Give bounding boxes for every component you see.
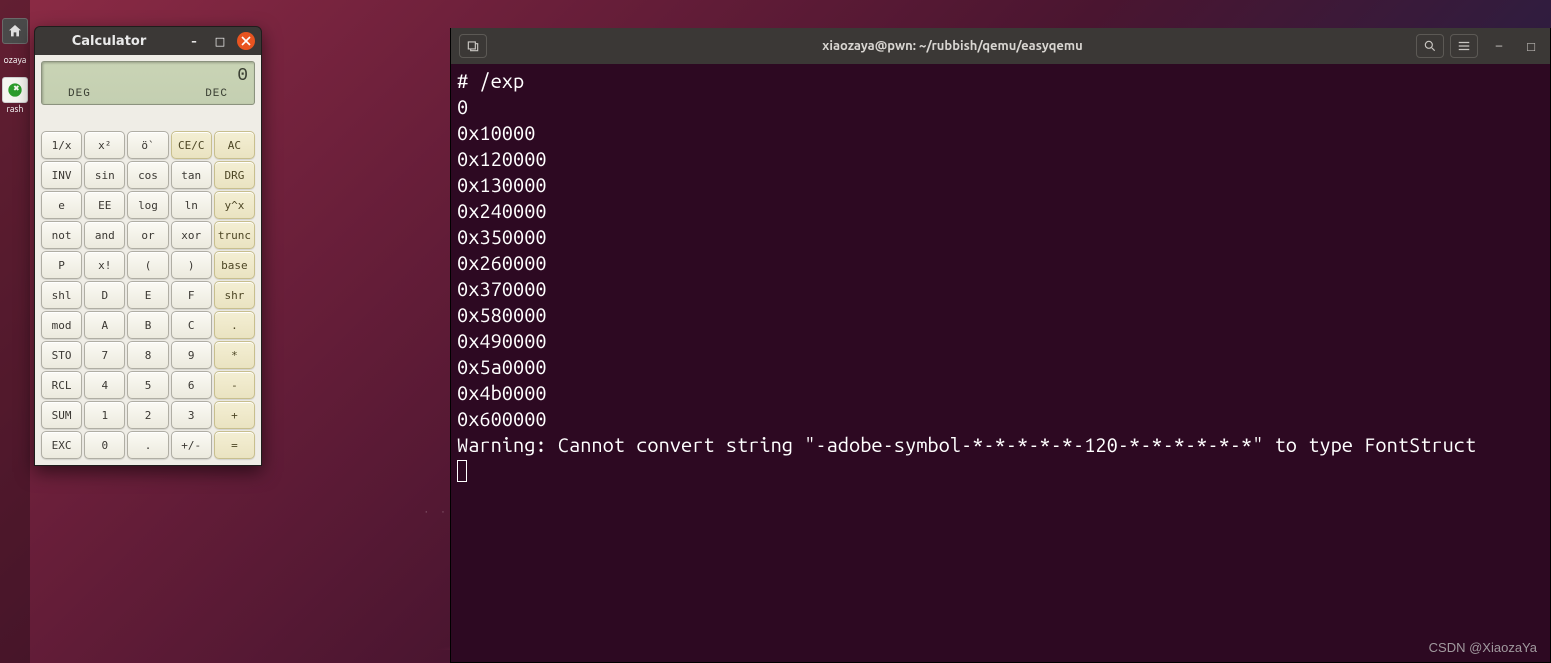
terminal-maximize-button[interactable]: □	[1520, 35, 1542, 57]
calc-key-2[interactable]: 2	[127, 401, 168, 429]
calc-key-x[interactable]: x²	[84, 131, 125, 159]
desktop-dock: ozaya rash	[0, 0, 30, 663]
calc-key-ac[interactable]: AC	[214, 131, 255, 159]
calc-key-d[interactable]: D	[84, 281, 125, 309]
calc-key-[interactable]: (	[127, 251, 168, 279]
watermark: CSDN @XiaozaYa	[1429, 640, 1537, 655]
calc-key-x[interactable]: x!	[84, 251, 125, 279]
calc-key-tan[interactable]: tan	[171, 161, 212, 189]
calc-key-inv[interactable]: INV	[41, 161, 82, 189]
calculator-display: 0 DEG DEC	[41, 61, 255, 105]
maximize-button[interactable]: □	[211, 32, 229, 50]
calc-key-[interactable]: *	[214, 341, 255, 369]
terminal-minimize-button[interactable]: –	[1488, 35, 1510, 57]
calc-key-sum[interactable]: SUM	[41, 401, 82, 429]
calc-key-rcl[interactable]: RCL	[41, 371, 82, 399]
calc-key-e[interactable]: E	[127, 281, 168, 309]
mode-deg: DEG	[68, 88, 91, 100]
calc-key-[interactable]: +	[214, 401, 255, 429]
display-value: 0	[48, 66, 248, 88]
calc-key-xor[interactable]: xor	[171, 221, 212, 249]
calc-key-1x[interactable]: 1/x	[41, 131, 82, 159]
dock-item-text[interactable]: ozaya	[1, 54, 29, 65]
calc-key-mod[interactable]: mod	[41, 311, 82, 339]
calc-key-cos[interactable]: cos	[127, 161, 168, 189]
calc-key-8[interactable]: 8	[127, 341, 168, 369]
calculator-keypad: 1/xx²ö`CE/CACINVsincostanDRGeEEloglny^xn…	[41, 131, 255, 459]
new-tab-button[interactable]	[459, 34, 487, 58]
calc-key-sin[interactable]: sin	[84, 161, 125, 189]
calc-key-sto[interactable]: STO	[41, 341, 82, 369]
calc-key-f[interactable]: F	[171, 281, 212, 309]
calc-key-not[interactable]: not	[41, 221, 82, 249]
terminal-output[interactable]: # /exp 0 0x10000 0x120000 0x130000 0x240…	[451, 64, 1550, 662]
search-button[interactable]	[1416, 34, 1444, 58]
calc-key-[interactable]: =	[214, 431, 255, 459]
calc-key-1[interactable]: 1	[84, 401, 125, 429]
calc-key-9[interactable]: 9	[171, 341, 212, 369]
calc-key-drg[interactable]: DRG	[214, 161, 255, 189]
calc-key-ln[interactable]: ln	[171, 191, 212, 219]
calc-key-or[interactable]: or	[127, 221, 168, 249]
dock-item-files[interactable]	[1, 18, 29, 44]
terminal-titlebar[interactable]: xiaozaya@pwn: ~/rubbish/qemu/easyqemu – …	[451, 28, 1550, 64]
dock-item-trash[interactable]: rash	[1, 75, 29, 114]
calc-key-e[interactable]: e	[41, 191, 82, 219]
calc-key-trunc[interactable]: trunc	[214, 221, 255, 249]
calc-key-a[interactable]: A	[84, 311, 125, 339]
calc-key-exc[interactable]: EXC	[41, 431, 82, 459]
calculator-title: Calculator	[41, 34, 177, 49]
calc-key-6[interactable]: 6	[171, 371, 212, 399]
calc-key-shl[interactable]: shl	[41, 281, 82, 309]
close-button[interactable]	[237, 32, 255, 50]
calc-key-[interactable]: -	[214, 371, 255, 399]
calc-key-[interactable]: )	[171, 251, 212, 279]
calc-key-p[interactable]: P	[41, 251, 82, 279]
calc-key-4[interactable]: 4	[84, 371, 125, 399]
calc-key-0[interactable]: 0	[84, 431, 125, 459]
terminal-cursor	[457, 460, 467, 482]
calc-key-[interactable]: +/-	[171, 431, 212, 459]
home-icon	[2, 18, 28, 44]
dock-item-label: ozaya	[4, 56, 27, 65]
calc-key-base[interactable]: base	[214, 251, 255, 279]
terminal-title: xiaozaya@pwn: ~/rubbish/qemu/easyqemu	[495, 39, 1410, 53]
calc-key-ee[interactable]: EE	[84, 191, 125, 219]
calculator-window: Calculator – □ 0 DEG DEC 1/xx²ö`CE/CACIN…	[34, 26, 262, 466]
mode-dec: DEC	[205, 88, 228, 100]
calculator-titlebar[interactable]: Calculator – □	[35, 27, 261, 55]
calc-key-yx[interactable]: y^x	[214, 191, 255, 219]
trash-icon	[2, 77, 28, 103]
calc-key-[interactable]: ö`	[127, 131, 168, 159]
terminal-window: xiaozaya@pwn: ~/rubbish/qemu/easyqemu – …	[450, 28, 1551, 663]
dock-item-label: rash	[6, 105, 23, 114]
calc-key-[interactable]: .	[214, 311, 255, 339]
calc-key-7[interactable]: 7	[84, 341, 125, 369]
calc-key-log[interactable]: log	[127, 191, 168, 219]
calculator-body: 0 DEG DEC 1/xx²ö`CE/CACINVsincostanDRGeE…	[35, 55, 261, 465]
minimize-button[interactable]: –	[185, 32, 203, 50]
calc-key-cec[interactable]: CE/C	[171, 131, 212, 159]
calc-key-3[interactable]: 3	[171, 401, 212, 429]
calc-key-[interactable]: .	[127, 431, 168, 459]
menu-button[interactable]	[1450, 34, 1478, 58]
calc-key-b[interactable]: B	[127, 311, 168, 339]
calc-key-5[interactable]: 5	[127, 371, 168, 399]
calc-key-and[interactable]: and	[84, 221, 125, 249]
calc-key-shr[interactable]: shr	[214, 281, 255, 309]
calc-key-c[interactable]: C	[171, 311, 212, 339]
